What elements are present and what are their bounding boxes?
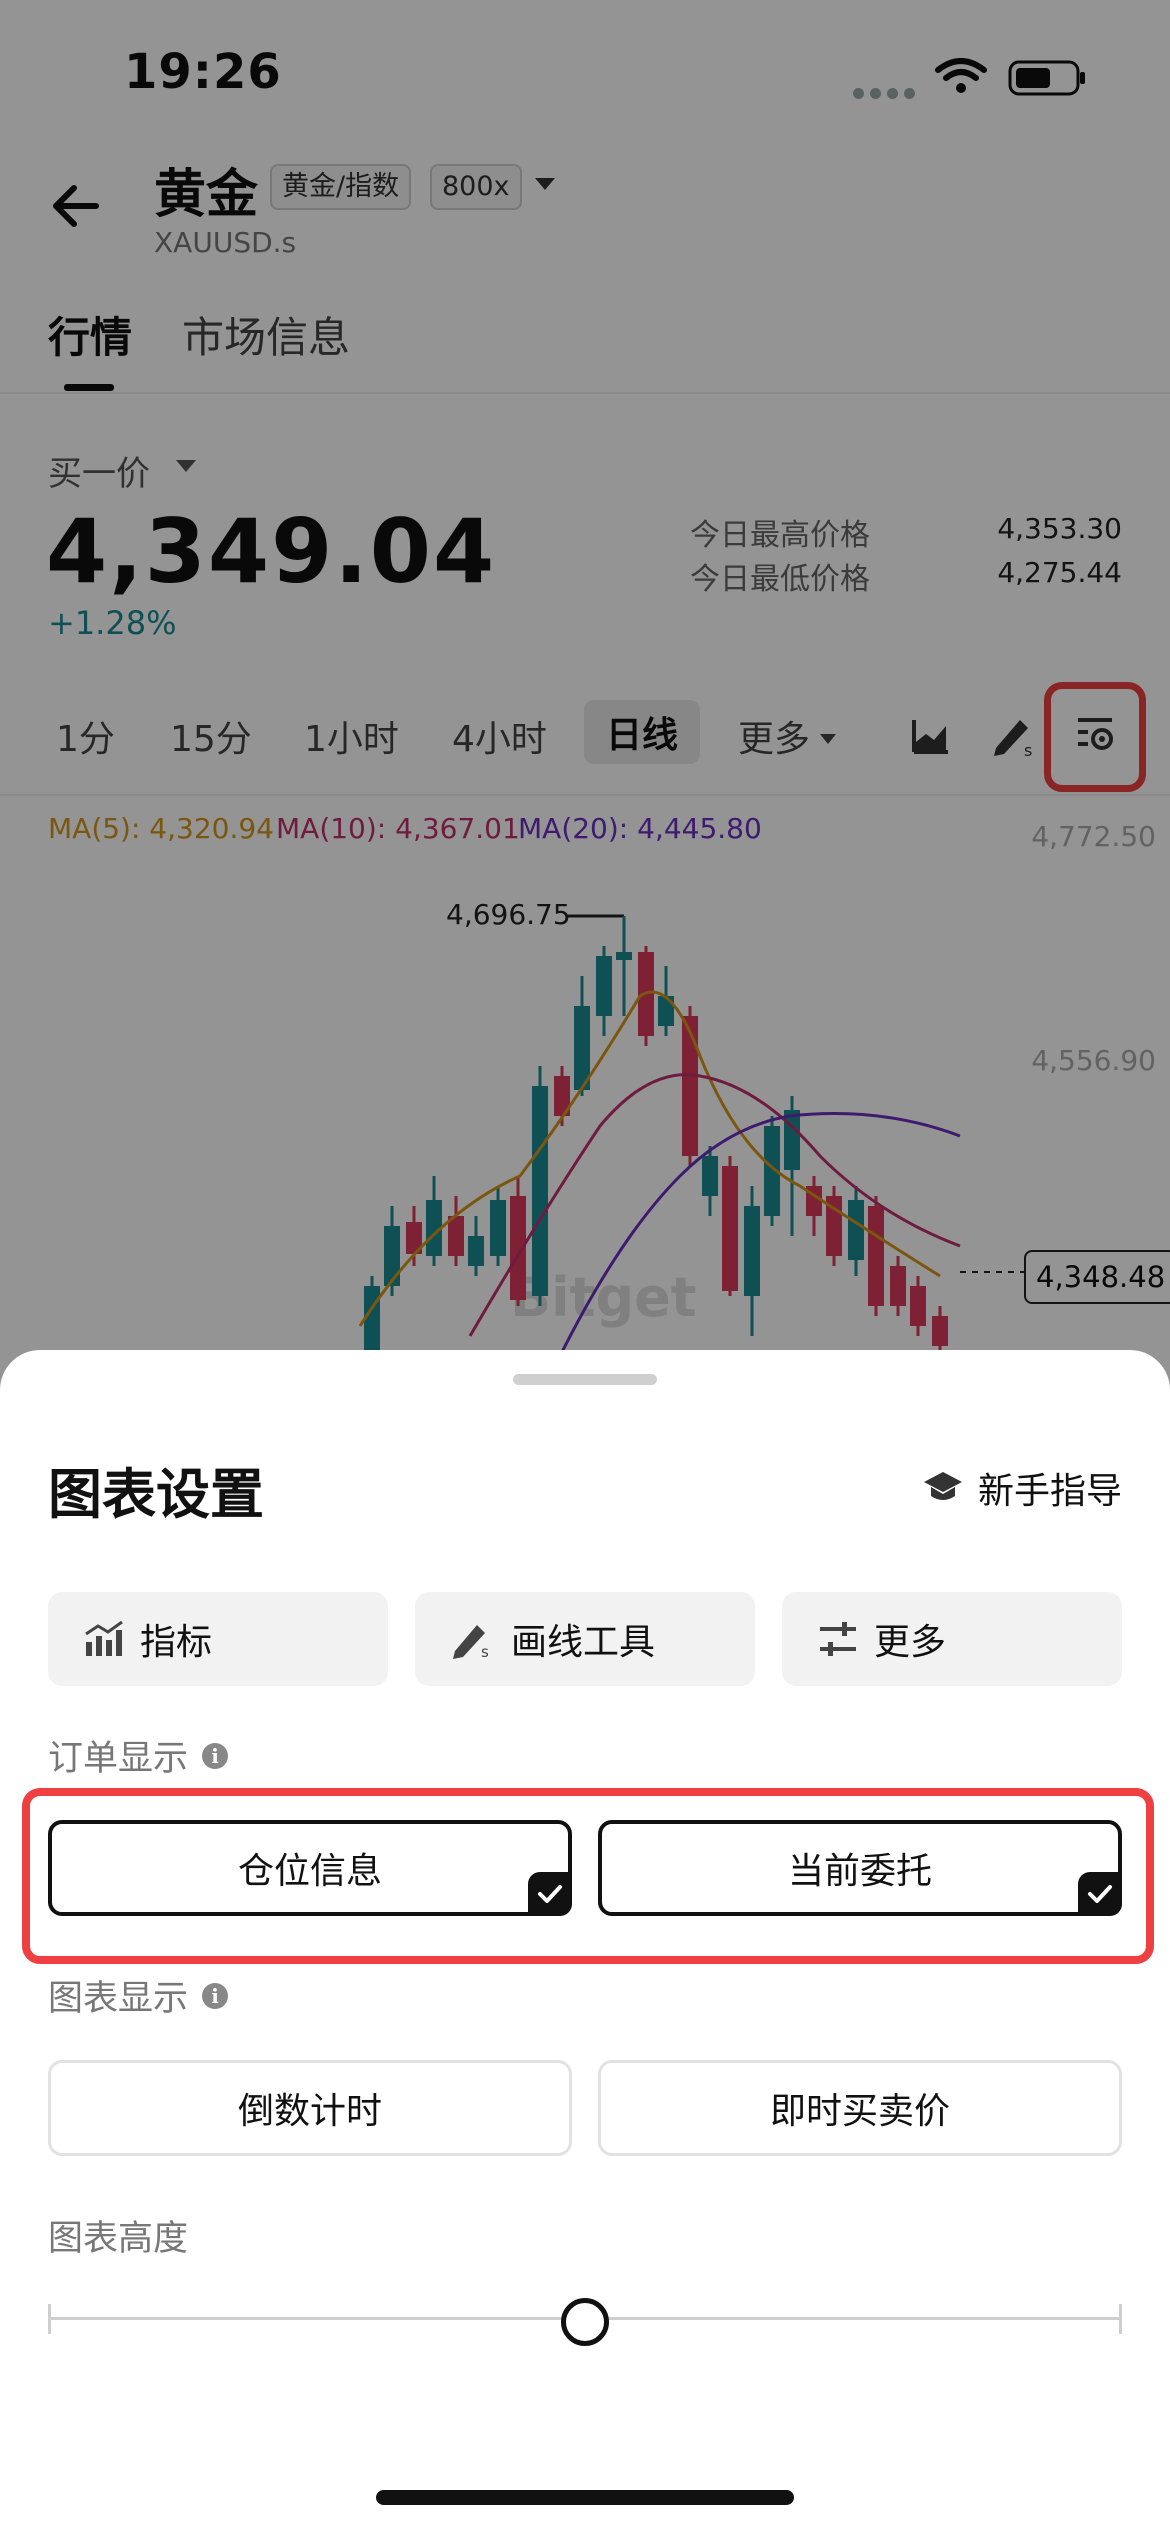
bid-ask-toggle[interactable]: 即时买卖价 <box>598 2060 1122 2156</box>
beginner-guide-label: 新手指导 <box>977 1471 1122 1512</box>
draw-tool-label: 画线工具 <box>511 1622 656 1663</box>
sheet-grabber[interactable] <box>513 1374 657 1385</box>
order-display-label: 订单显示 <box>48 1739 189 1779</box>
chart-display-label: 图表显示 <box>48 1979 189 2019</box>
info-icon[interactable]: i <box>202 1982 229 2009</box>
info-icon[interactable]: i <box>202 1742 229 1769</box>
slider-max-cap <box>1119 2304 1122 2334</box>
indicator-label: 指标 <box>140 1622 213 1663</box>
beginner-guide-link[interactable]: 新手指导 <box>922 1462 1122 1514</box>
chart-height-section: 图表高度 <box>48 2210 188 2261</box>
sheet-title: 图表设置 <box>48 1463 264 1526</box>
sliders-icon <box>820 1622 856 1656</box>
indicator-button[interactable]: 指标 <box>48 1592 388 1686</box>
countdown-label: 倒数计时 <box>237 2091 382 2132</box>
indicator-icon <box>85 1620 123 1656</box>
order-display-section: 订单显示 i <box>48 1730 229 1781</box>
more-settings-button[interactable]: 更多 <box>782 1592 1122 1686</box>
slider-thumb[interactable] <box>561 2298 609 2346</box>
draw-tool-button[interactable]: s 画线工具 <box>415 1592 755 1686</box>
chart-settings-sheet: 图表设置 新手指导 指标 s 画线工具 更多 订单显示 i 仓位信息 当前委托 … <box>0 1350 1170 2532</box>
slider-min-cap <box>48 2304 51 2334</box>
more-settings-label: 更多 <box>874 1622 947 1663</box>
home-indicator[interactable] <box>376 2490 794 2505</box>
chart-display-section: 图表显示 i <box>48 1970 229 2021</box>
graduation-cap-icon <box>923 1472 962 1500</box>
svg-text:s: s <box>481 1643 489 1659</box>
draw-line-icon: s <box>453 1625 489 1659</box>
bid-ask-label: 即时买卖价 <box>769 2091 950 2132</box>
orders-highlight <box>22 1788 1154 1964</box>
chart-height-label: 图表高度 <box>48 2219 189 2259</box>
countdown-toggle[interactable]: 倒数计时 <box>48 2060 572 2156</box>
